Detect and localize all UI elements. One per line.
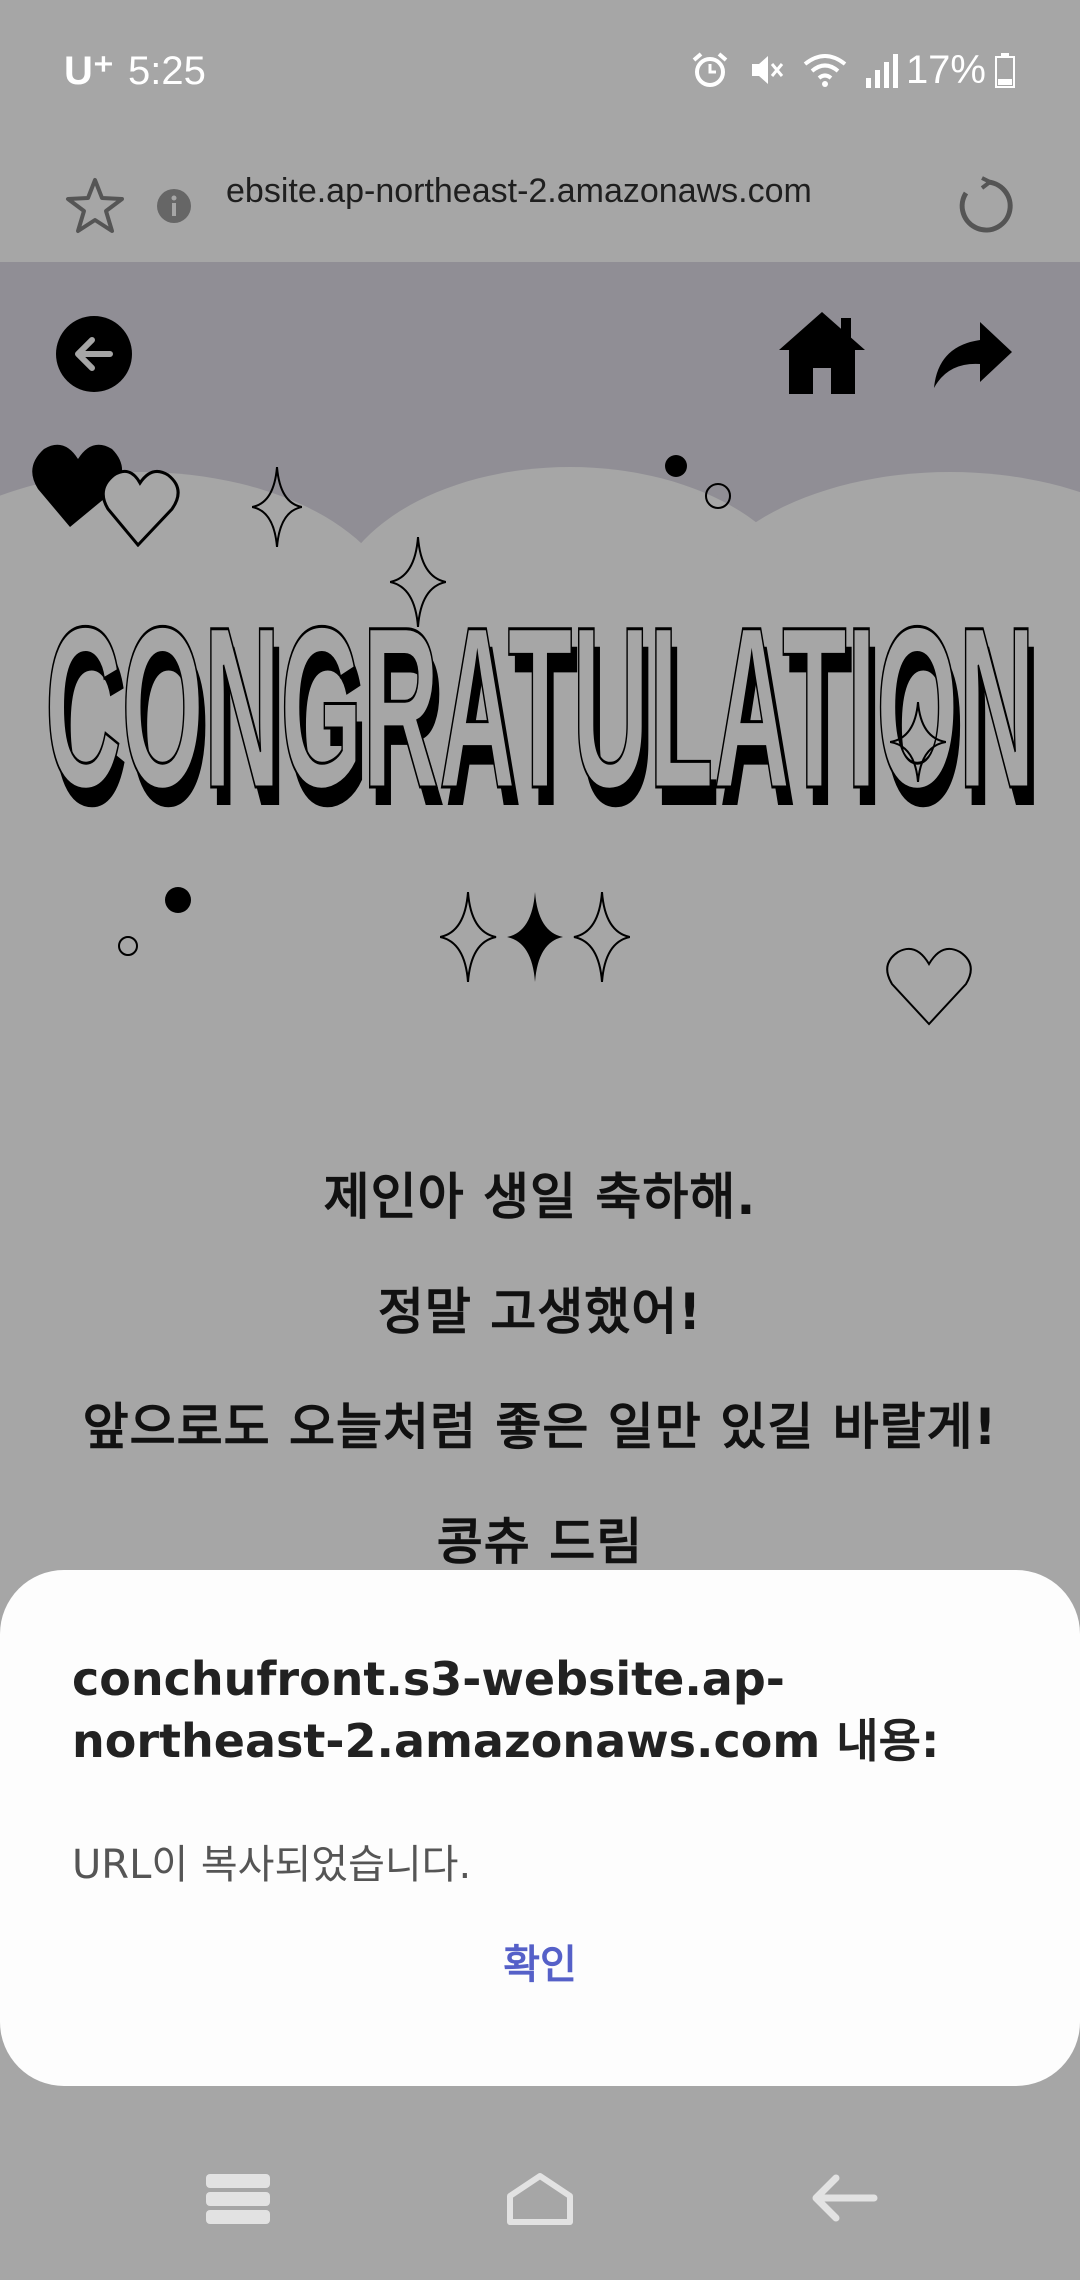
- battery-percent: 17%: [905, 48, 986, 92]
- congratulation-title-art: CONGRATULATION CONGRATULATION: [44, 578, 1042, 828]
- dialog-title: conchufront.s3-website.ap-northeast-2.am…: [72, 1652, 940, 1768]
- confirm-button[interactable]: 확인: [0, 1932, 1080, 1990]
- home-nav-icon[interactable]: [504, 2170, 576, 2226]
- message-line: 정말 고생했어!: [377, 1283, 703, 1341]
- home-icon[interactable]: [775, 308, 869, 396]
- svg-text:CONGRATULATION: CONGRATULATION: [45, 579, 1035, 827]
- battery-icon: [995, 52, 1015, 88]
- alarm-icon: [692, 52, 728, 87]
- message-line: 앞으로도 오늘처럼 좋은 일만 있길 바랄게!: [82, 1398, 998, 1456]
- system-nav-bar: [0, 2120, 1080, 2280]
- sparkles-group-icon: [440, 892, 630, 982]
- back-nav-icon[interactable]: [808, 2170, 878, 2226]
- address-bar[interactable]: ebsite.ap-northeast-2.amazonaws.com: [226, 172, 812, 211]
- reload-icon[interactable]: [956, 176, 1016, 236]
- dialog-message: URL이 복사되었습니다.: [72, 1842, 472, 1888]
- status-icons: [690, 50, 900, 90]
- message-line: 제인아 생일 축하해.: [323, 1168, 757, 1226]
- back-arrow-icon[interactable]: [54, 314, 134, 394]
- message-line: 콩츄 드림: [436, 1513, 644, 1571]
- heart-outline-icon: [886, 948, 972, 1026]
- signal-icon: [866, 54, 898, 88]
- wifi-icon: [803, 54, 847, 87]
- star-icon[interactable]: [64, 176, 126, 236]
- sparkle-icon: [252, 467, 302, 547]
- hearts-decoration: [32, 444, 180, 547]
- clock: 5:25: [128, 48, 206, 93]
- dots-decoration: [118, 887, 191, 956]
- status-left: U⁺ 5:25: [64, 48, 206, 94]
- battery-status: 17%: [906, 48, 1016, 93]
- browser-toolbar: ebsite.ap-northeast-2.amazonaws.com: [0, 150, 1080, 262]
- status-bar: U⁺ 5:25 17%: [0, 0, 1080, 150]
- carrier-label: U⁺: [64, 49, 114, 93]
- share-icon[interactable]: [930, 318, 1014, 390]
- info-icon[interactable]: [156, 188, 192, 224]
- sparkle-icon: [890, 702, 946, 782]
- alert-dialog: conchufront.s3-website.ap-northeast-2.am…: [0, 1570, 1080, 2086]
- dots-decoration: [665, 455, 731, 509]
- recent-apps-icon[interactable]: [204, 2170, 272, 2226]
- mute-icon: [752, 56, 784, 84]
